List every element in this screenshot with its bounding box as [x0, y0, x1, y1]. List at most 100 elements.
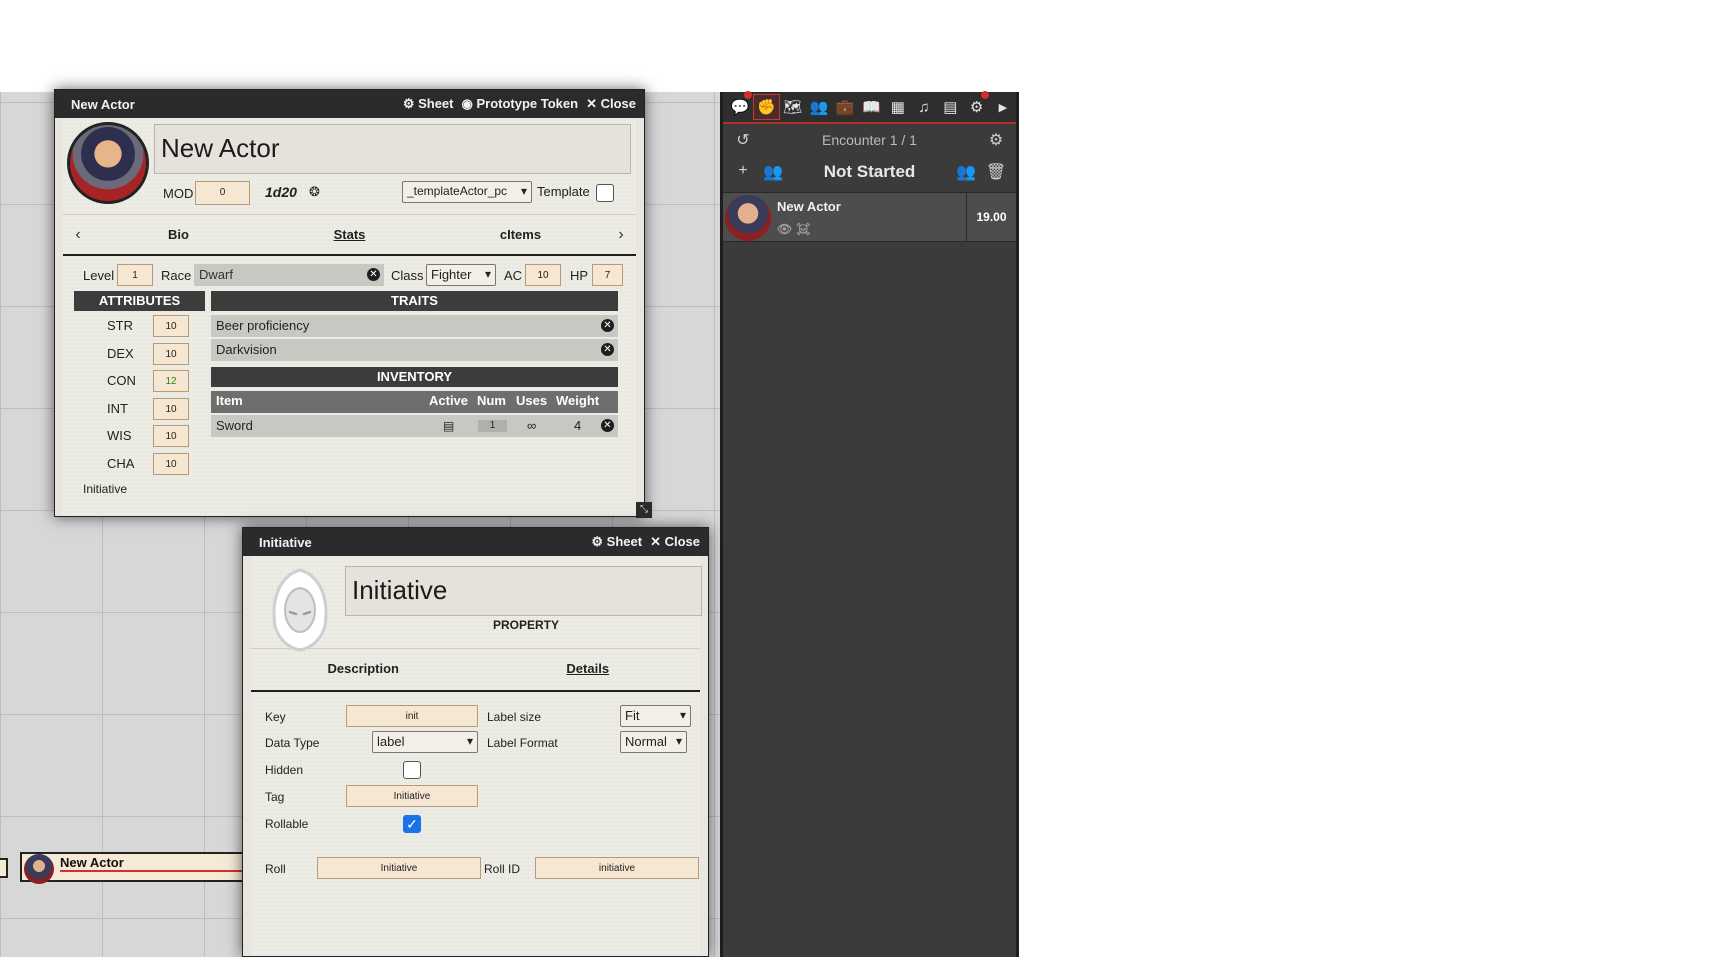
rollable-checkbox[interactable]: ✓ [403, 815, 421, 833]
tab-bio[interactable]: Bio [93, 215, 264, 254]
property-type-label: PROPERTY [493, 618, 560, 632]
actor-token[interactable]: New Actor [20, 852, 260, 884]
traits-heading: TRAITS [211, 291, 618, 311]
attributes-heading: ATTRIBUTES [74, 291, 205, 311]
chat-icon[interactable]: 💬 [727, 91, 753, 120]
attribute-value-input[interactable]: 12 [153, 370, 189, 392]
combatant-row[interactable]: New Actor 👁 ☠ 19.00 [723, 192, 1016, 242]
actors-icon[interactable]: 👥 [806, 94, 832, 120]
settings-icon[interactable]: ⚙ [963, 91, 989, 120]
attribute-name: DEX [107, 345, 134, 361]
tab-description[interactable]: Description [251, 649, 476, 690]
roll-id-label: Roll ID [484, 862, 521, 876]
token-hp-bar [60, 870, 258, 872]
tab-citems[interactable]: cItems [435, 215, 606, 254]
item-num[interactable]: 1 [478, 420, 507, 432]
compendium-icon[interactable]: ▤ [937, 94, 963, 120]
race-field[interactable]: Dwarf ✕ [194, 264, 384, 286]
actor-sheet-header[interactable]: New Actor ⚙ Sheet ◉ Prototype Token ✕ Cl… [55, 90, 644, 118]
template-label: Template [537, 184, 590, 199]
roll-npc-icon[interactable]: 👥 [761, 162, 785, 182]
sidebar-tabs: 💬 ✊ 🗺 👥 💼 📖 ▦ ♫ ▤ ⚙ ▶ [723, 91, 1016, 124]
hidden-checkbox[interactable] [403, 761, 421, 779]
col-item: Item [216, 393, 243, 408]
dice-icon[interactable]: ❂ [309, 184, 320, 200]
actor-portrait[interactable] [67, 122, 149, 204]
trait-name: Darkvision [216, 342, 277, 357]
actor-name-input[interactable]: New Actor [154, 124, 631, 174]
encounter-settings-icon[interactable]: ⚙ [984, 130, 1008, 150]
tables-icon[interactable]: ▦ [885, 94, 911, 120]
tab-details[interactable]: Details [476, 649, 701, 690]
item-uses: ∞ [527, 418, 537, 433]
playlists-icon[interactable]: ♫ [911, 94, 937, 120]
attribute-value-input[interactable]: 10 [153, 397, 189, 420]
prototype-token-button[interactable]: ◉ Prototype Token [462, 96, 579, 112]
close-button[interactable]: ✕ Close [650, 534, 700, 550]
remove-trait-icon[interactable]: ✕ [601, 343, 614, 356]
items-icon[interactable]: 💼 [832, 94, 858, 120]
sheet-button[interactable]: ⚙ Sheet [591, 534, 642, 550]
roll-input[interactable]: Initiative [317, 857, 481, 879]
key-input[interactable]: init [346, 705, 478, 727]
roll-id-input[interactable]: initiative [535, 857, 699, 879]
reset-icon[interactable]: ↺ [731, 130, 755, 150]
delete-encounter-icon[interactable]: 🗑 [984, 162, 1008, 182]
data-type-select[interactable]: label [372, 731, 478, 753]
combat-icon[interactable]: ✊ [753, 94, 780, 120]
level-input[interactable]: 1 [117, 264, 153, 286]
trait-row[interactable]: Darkvision ✕ [211, 339, 618, 361]
attribute-value-input[interactable]: 10 [153, 452, 189, 475]
roll-label: Roll [265, 862, 286, 876]
hp-input[interactable]: 7 [592, 264, 623, 286]
hooded-figure-icon[interactable] [263, 566, 337, 652]
class-select[interactable]: Fighter [426, 264, 496, 286]
actor-sheet-window: New Actor ⚙ Sheet ◉ Prototype Token ✕ Cl… [54, 89, 652, 518]
combatant-name: New Actor [777, 199, 841, 214]
attribute-value-input[interactable]: 10 [153, 315, 189, 337]
sheet-button[interactable]: ⚙ Sheet [403, 96, 454, 112]
combat-state: Not Started [823, 162, 916, 181]
actor-tabs: ‹ Bio Stats cItems › [63, 214, 636, 256]
remove-trait-icon[interactable]: ✕ [601, 319, 614, 332]
tag-label: Tag [265, 790, 285, 804]
offscreen-token[interactable] [0, 858, 8, 878]
template-checkbox[interactable] [596, 184, 614, 202]
ac-input[interactable]: 10 [525, 264, 561, 286]
combatant-initiative[interactable]: 19.00 [966, 193, 1016, 241]
close-button[interactable]: ✕ Close [586, 96, 636, 112]
label-format-select[interactable]: Normal [620, 731, 687, 753]
active-toggle-icon[interactable]: ▤ [443, 415, 454, 437]
trait-row[interactable]: Beer proficiency ✕ [211, 315, 618, 337]
template-select[interactable]: _templateActor_pc [402, 181, 532, 203]
remove-item-icon[interactable]: ✕ [601, 419, 614, 432]
attribute-value-input[interactable]: 10 [153, 342, 189, 365]
tab-stats[interactable]: Stats [264, 215, 435, 254]
property-sheet-header[interactable]: Initiative ⚙ Sheet ✕ Close [243, 528, 708, 556]
property-name-input[interactable]: Initiative [345, 566, 702, 616]
resize-handle-icon[interactable]: ⤡ [636, 502, 652, 518]
attribute-name: CHA [107, 455, 135, 471]
mod-input[interactable]: 0 [195, 181, 250, 205]
inventory-row[interactable]: Sword ▤ 1 ∞ 4 ✕ [211, 415, 618, 437]
sidebar: 💬 ✊ 🗺 👥 💼 📖 ▦ ♫ ▤ ⚙ ▶ ↺ Encounter 1 / 1 … [720, 91, 1019, 957]
col-weight: Weight [556, 393, 600, 408]
property-tabs: Description Details [251, 648, 700, 692]
visibility-icon[interactable]: 👁 [777, 222, 792, 236]
tag-input[interactable]: Initiative [346, 785, 478, 807]
defeated-icon[interactable]: ☠ [796, 222, 811, 236]
roll-all-icon[interactable]: 👥 [954, 162, 978, 182]
attribute-name: WIS [107, 428, 132, 443]
close-icon: ✕ [650, 534, 665, 549]
attribute-name: INT [107, 400, 128, 416]
scenes-icon[interactable]: 🗺 [780, 94, 806, 120]
add-encounter-icon[interactable]: + [731, 162, 755, 182]
tab-next-icon[interactable]: › [606, 215, 636, 254]
tab-prev-icon[interactable]: ‹ [63, 215, 93, 254]
hidden-label: Hidden [265, 763, 304, 777]
attribute-value-input[interactable]: 10 [153, 425, 189, 447]
label-size-select[interactable]: Fit [620, 705, 691, 727]
journal-icon[interactable]: 📖 [858, 94, 884, 120]
collapse-arrow-icon[interactable]: ▶ [990, 94, 1016, 120]
remove-race-icon[interactable]: ✕ [367, 268, 380, 281]
